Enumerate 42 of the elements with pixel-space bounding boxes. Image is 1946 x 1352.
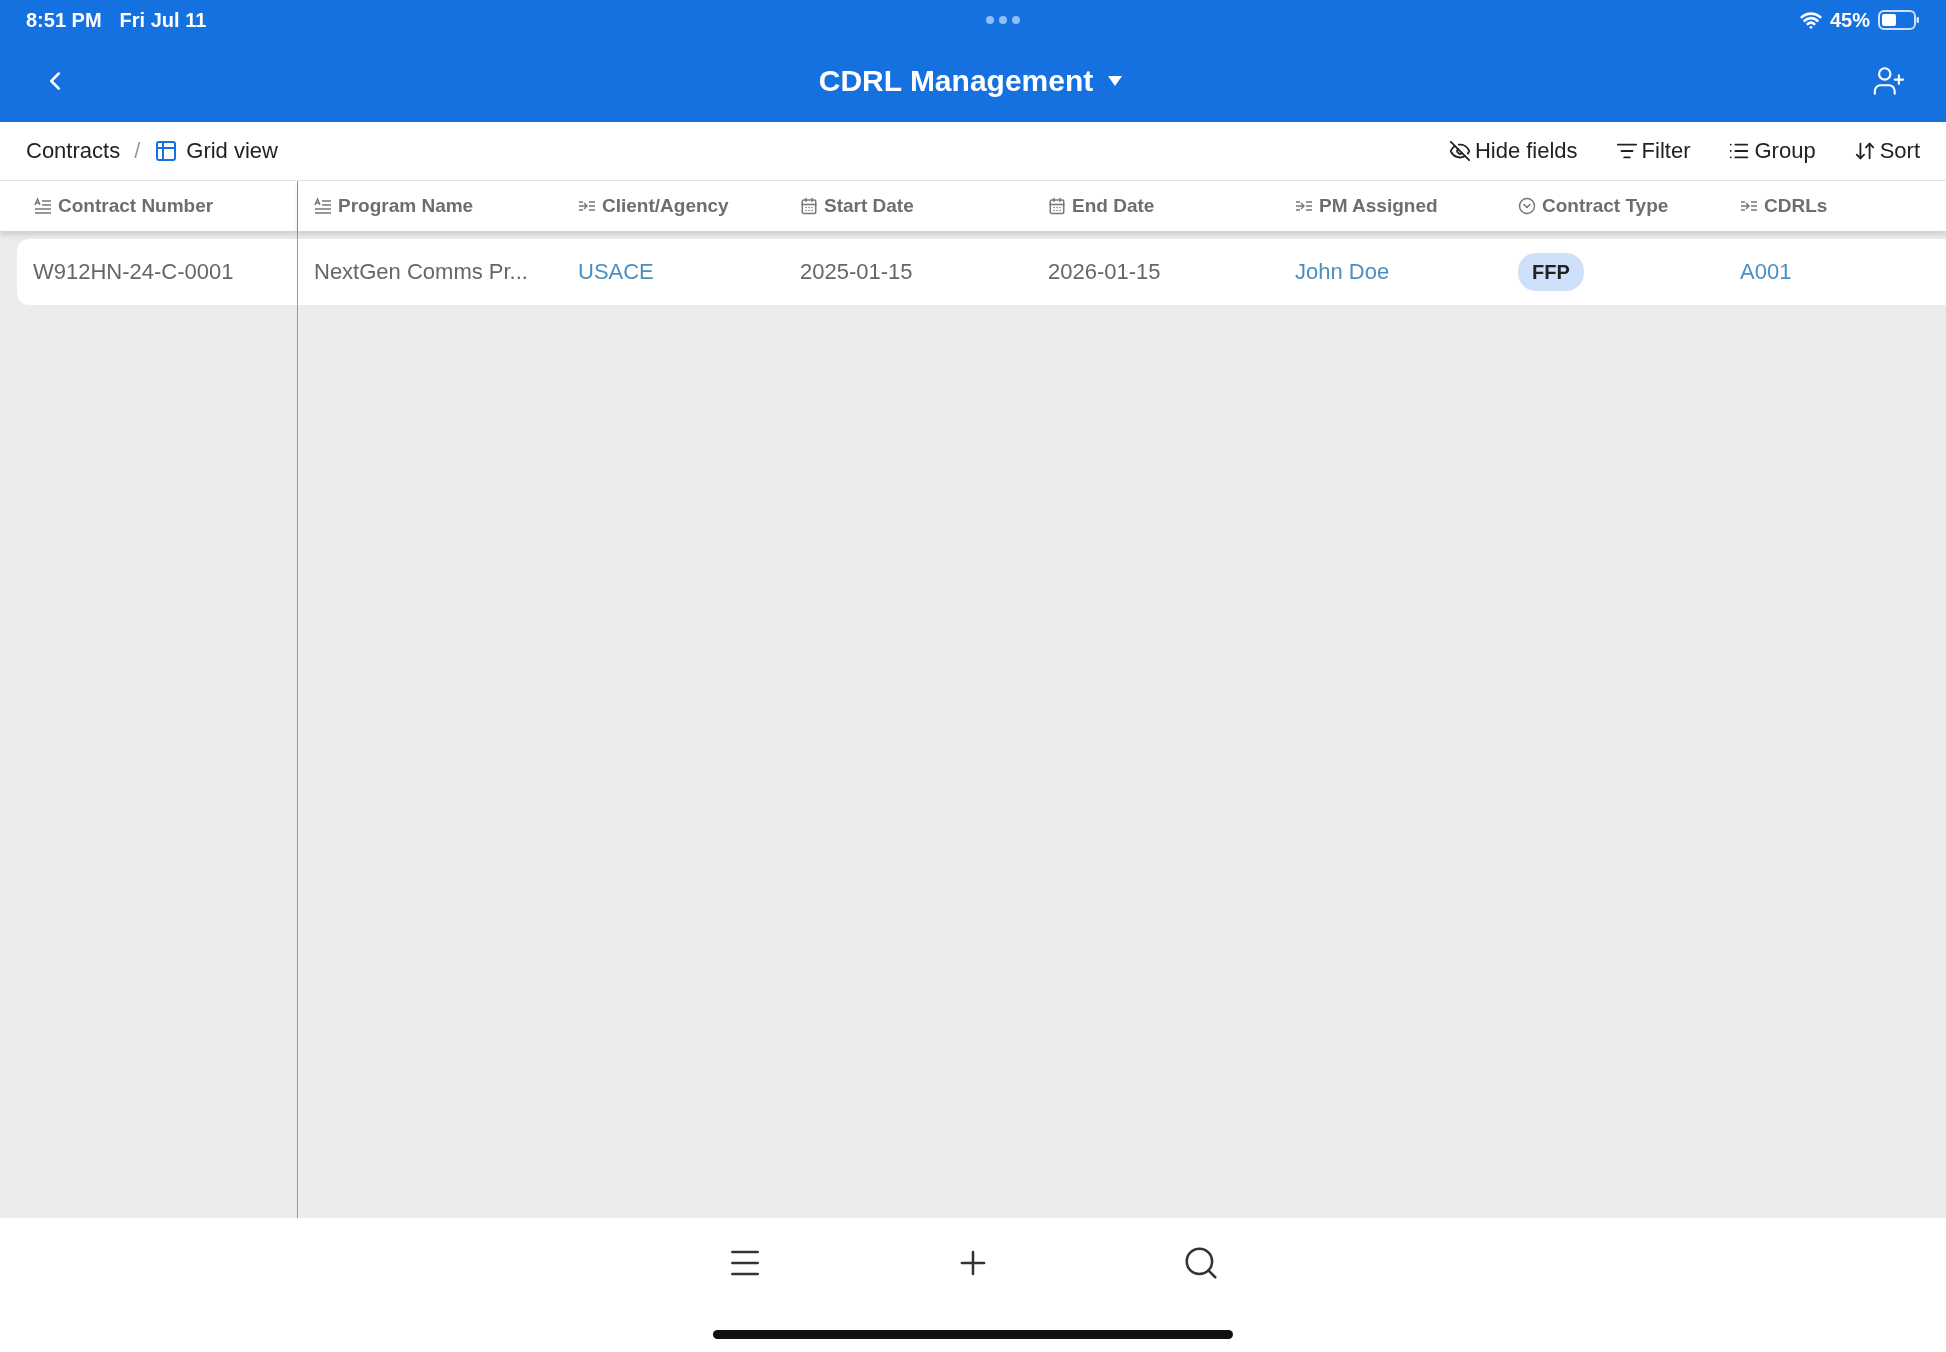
breadcrumb-separator: / <box>134 138 141 164</box>
search-button[interactable] <box>1182 1244 1220 1282</box>
view-name[interactable]: Grid view <box>186 138 278 164</box>
hidden-eye-icon <box>1448 140 1471 162</box>
column-header[interactable]: End Date <box>1032 195 1279 217</box>
calendar-icon <box>800 197 818 215</box>
linked-record[interactable]: USACE <box>562 259 784 285</box>
status-date: Fri Jul 11 <box>119 8 207 32</box>
toolbar-button[interactable]: Group <box>1728 138 1816 164</box>
column-header[interactable]: Client/Agency <box>562 195 784 217</box>
battery-icon <box>1878 10 1920 30</box>
grid-icon <box>154 139 179 163</box>
text-field-icon <box>314 197 332 215</box>
column-header[interactable]: PM Assigned <box>1279 195 1502 217</box>
table-cell-text: W912HN-24-C-0001 <box>32 259 235 285</box>
toolbar-button[interactable]: Sort <box>1853 138 1920 164</box>
sort-icon <box>1853 140 1876 162</box>
table-name[interactable]: Contracts <box>26 138 121 164</box>
contract-type-tag: FFP <box>1518 252 1584 291</box>
wifi-icon <box>1799 9 1822 31</box>
linked-record[interactable]: A001 <box>1724 259 1924 285</box>
add-user-icon <box>1872 64 1906 98</box>
table-cell-text: 2026-01-15 <box>1047 259 1162 285</box>
caret-icon <box>1107 75 1124 87</box>
base-title-dropdown[interactable]: CDRL Management <box>818 64 1124 98</box>
calendar-icon <box>1048 197 1066 215</box>
toolbar-button[interactable]: Filter <box>1615 138 1691 164</box>
text-field-icon <box>34 197 52 215</box>
column-header[interactable]: Contract Type <box>1502 195 1724 217</box>
status-time: 8:51 PM <box>26 8 102 32</box>
toolbar-button[interactable]: Hide fields <box>1448 138 1578 164</box>
table-cell-text: 2025-01-15 <box>799 259 914 285</box>
column-header[interactable]: Program Name <box>298 195 562 217</box>
column-header[interactable]: CDRLs <box>1724 195 1924 217</box>
dropdown-circle-icon <box>1518 197 1536 215</box>
multitasking-dots-icon <box>985 15 1022 25</box>
column-header[interactable]: Start Date <box>784 195 1032 217</box>
table-cell-text: NextGen Comms Pr... <box>313 259 529 285</box>
linked-record[interactable]: John Doe <box>1279 259 1502 285</box>
share-user-button[interactable] <box>1872 64 1906 98</box>
search-icon <box>1182 1244 1220 1282</box>
battery-percent: 45% <box>1829 8 1870 32</box>
